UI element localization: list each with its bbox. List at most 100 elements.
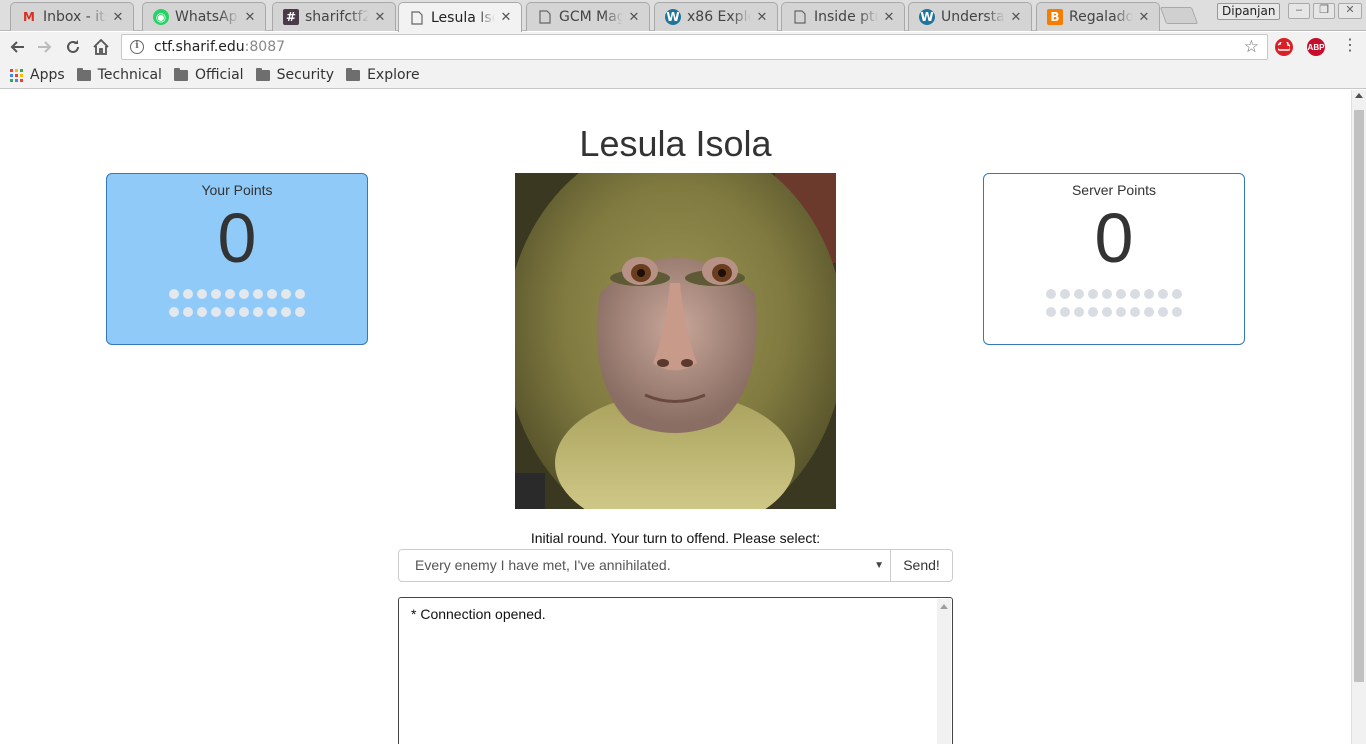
tab-title: Regalado xyxy=(1069,9,1133,25)
tab-close-icon[interactable]: ✕ xyxy=(1009,10,1023,25)
server-points-value: 0 xyxy=(1094,199,1134,277)
round-dot xyxy=(197,289,207,299)
tab-close-icon[interactable]: ✕ xyxy=(373,10,387,25)
tab-close-icon[interactable]: ✕ xyxy=(111,10,125,25)
bookmark-star-icon[interactable]: ☆ xyxy=(1244,37,1259,57)
bookmarks-bar: Apps Technical Official Security Explore xyxy=(0,62,1366,89)
insult-select[interactable]: Every enemy I have met, I've annihilated… xyxy=(398,549,891,582)
minimize-button[interactable]: – xyxy=(1288,3,1310,19)
bookmark-label: Security xyxy=(276,67,335,83)
browser-tab[interactable]: # sharifctf2 ✕ xyxy=(272,2,396,31)
adblock-plus-icon[interactable]: ABP xyxy=(1307,38,1325,56)
info-icon[interactable]: i xyxy=(130,40,144,54)
browser-tab[interactable]: GCM Mag ✕ xyxy=(526,2,650,31)
round-dot xyxy=(1102,289,1112,299)
back-arrow-icon[interactable] xyxy=(6,36,28,58)
bookmark-apps[interactable]: Apps xyxy=(10,67,65,83)
round-dot xyxy=(183,289,193,299)
bookmark-folder-security[interactable]: Security xyxy=(255,67,335,83)
round-dot xyxy=(183,307,193,317)
round-dot xyxy=(1144,289,1154,299)
round-dot xyxy=(169,289,179,299)
tab-strip: MInbox - its✕◉WhatsApp✕#sharifctf2✕Lesul… xyxy=(0,0,1366,32)
your-points-label: Your Points xyxy=(201,182,273,198)
tab-title: Inside ptr xyxy=(814,9,878,25)
bookmark-label: Official xyxy=(194,67,244,83)
bookmark-folder-official[interactable]: Official xyxy=(173,67,244,83)
close-window-button[interactable]: ✕ xyxy=(1338,3,1362,19)
round-dot xyxy=(225,307,235,317)
apps-grid-icon xyxy=(10,68,23,82)
tab-close-icon[interactable]: ✕ xyxy=(499,10,513,25)
reload-icon[interactable] xyxy=(62,36,84,58)
profile-button[interactable]: Dipanjan xyxy=(1217,3,1281,20)
log-scrollbar[interactable] xyxy=(937,599,951,744)
forward-arrow-icon[interactable] xyxy=(34,36,56,58)
insult-select-value: Every enemy I have met, I've annihilated… xyxy=(415,557,671,573)
round-dot xyxy=(1158,289,1168,299)
your-points-value: 0 xyxy=(217,199,257,277)
tab-close-icon[interactable]: ✕ xyxy=(755,10,769,25)
round-dot xyxy=(295,307,305,317)
dot-row xyxy=(1046,307,1182,317)
round-dot xyxy=(281,307,291,317)
browser-tab[interactable]: W Understa ✕ xyxy=(908,2,1032,31)
page-scrollbar[interactable] xyxy=(1351,90,1366,744)
browser-toolbar: i ctf.sharif.edu:8087 ☆ ABP ⋮ xyxy=(0,32,1366,62)
browser-tab[interactable]: ◉ WhatsApp ✕ xyxy=(142,2,266,31)
bookmark-folder-technical[interactable]: Technical xyxy=(76,67,162,83)
page-icon xyxy=(409,10,425,26)
bookmark-label: Apps xyxy=(30,67,65,83)
browser-tab[interactable]: M Inbox - its ✕ xyxy=(10,2,134,31)
round-dot xyxy=(1130,289,1140,299)
round-dot xyxy=(1046,307,1056,317)
browser-tab[interactable]: Wx86 Explo ✕ xyxy=(654,2,778,31)
new-tab-button[interactable] xyxy=(1159,7,1199,24)
round-dot xyxy=(281,289,291,299)
whatsapp-icon: ◉ xyxy=(153,9,169,25)
round-dot xyxy=(225,289,235,299)
bookmark-label: Technical xyxy=(97,67,162,83)
wordpress-icon: W xyxy=(919,9,935,25)
round-dot xyxy=(267,289,277,299)
scroll-up-icon[interactable] xyxy=(1355,93,1363,98)
round-dot xyxy=(1172,289,1182,299)
dot-row xyxy=(169,289,305,299)
round-dot xyxy=(1074,307,1084,317)
page-viewport: Lesula Isola Your Points 0 Server Points… xyxy=(0,90,1351,744)
tab-close-icon[interactable]: ✕ xyxy=(882,10,896,25)
tab-title: WhatsApp xyxy=(175,9,239,25)
caret-down-icon: ▼ xyxy=(874,560,884,571)
maximize-button[interactable]: ❐ xyxy=(1313,3,1335,19)
round-dot xyxy=(239,289,249,299)
folder-icon xyxy=(173,67,188,81)
tab-title: sharifctf2 xyxy=(305,9,369,25)
creative-cloud-icon[interactable] xyxy=(1275,38,1293,56)
tab-title: GCM Mag xyxy=(559,9,623,25)
round-dot xyxy=(1116,289,1126,299)
round-dot xyxy=(1172,307,1182,317)
tab-close-icon[interactable]: ✕ xyxy=(1137,10,1151,25)
address-bar[interactable]: i ctf.sharif.edu:8087 ☆ xyxy=(121,34,1268,60)
round-dot xyxy=(1088,307,1098,317)
log-text: * Connection opened. xyxy=(411,606,546,622)
tab-close-icon[interactable]: ✕ xyxy=(627,10,641,25)
slack-hash-icon: # xyxy=(283,9,299,25)
scroll-thumb[interactable] xyxy=(1354,110,1364,682)
send-button[interactable]: Send! xyxy=(890,549,953,582)
round-dot xyxy=(253,289,263,299)
lesula-monkey-image xyxy=(515,173,836,509)
menu-kebab-icon[interactable]: ⋮ xyxy=(1342,37,1358,55)
round-dot xyxy=(1088,289,1098,299)
browser-tab[interactable]: Lesula Isola ✕ xyxy=(398,2,522,32)
browser-tab[interactable]: B Regalado ✕ xyxy=(1036,2,1160,31)
tab-close-icon[interactable]: ✕ xyxy=(243,10,257,25)
round-dot xyxy=(1074,289,1084,299)
message-log-textarea[interactable]: * Connection opened. xyxy=(398,597,953,744)
folder-icon xyxy=(346,67,361,81)
bookmark-folder-explore[interactable]: Explore xyxy=(346,67,420,83)
home-icon[interactable] xyxy=(90,36,112,58)
dot-row xyxy=(169,307,305,317)
round-dot xyxy=(211,307,221,317)
browser-tab[interactable]: Inside ptr ✕ xyxy=(781,2,905,31)
